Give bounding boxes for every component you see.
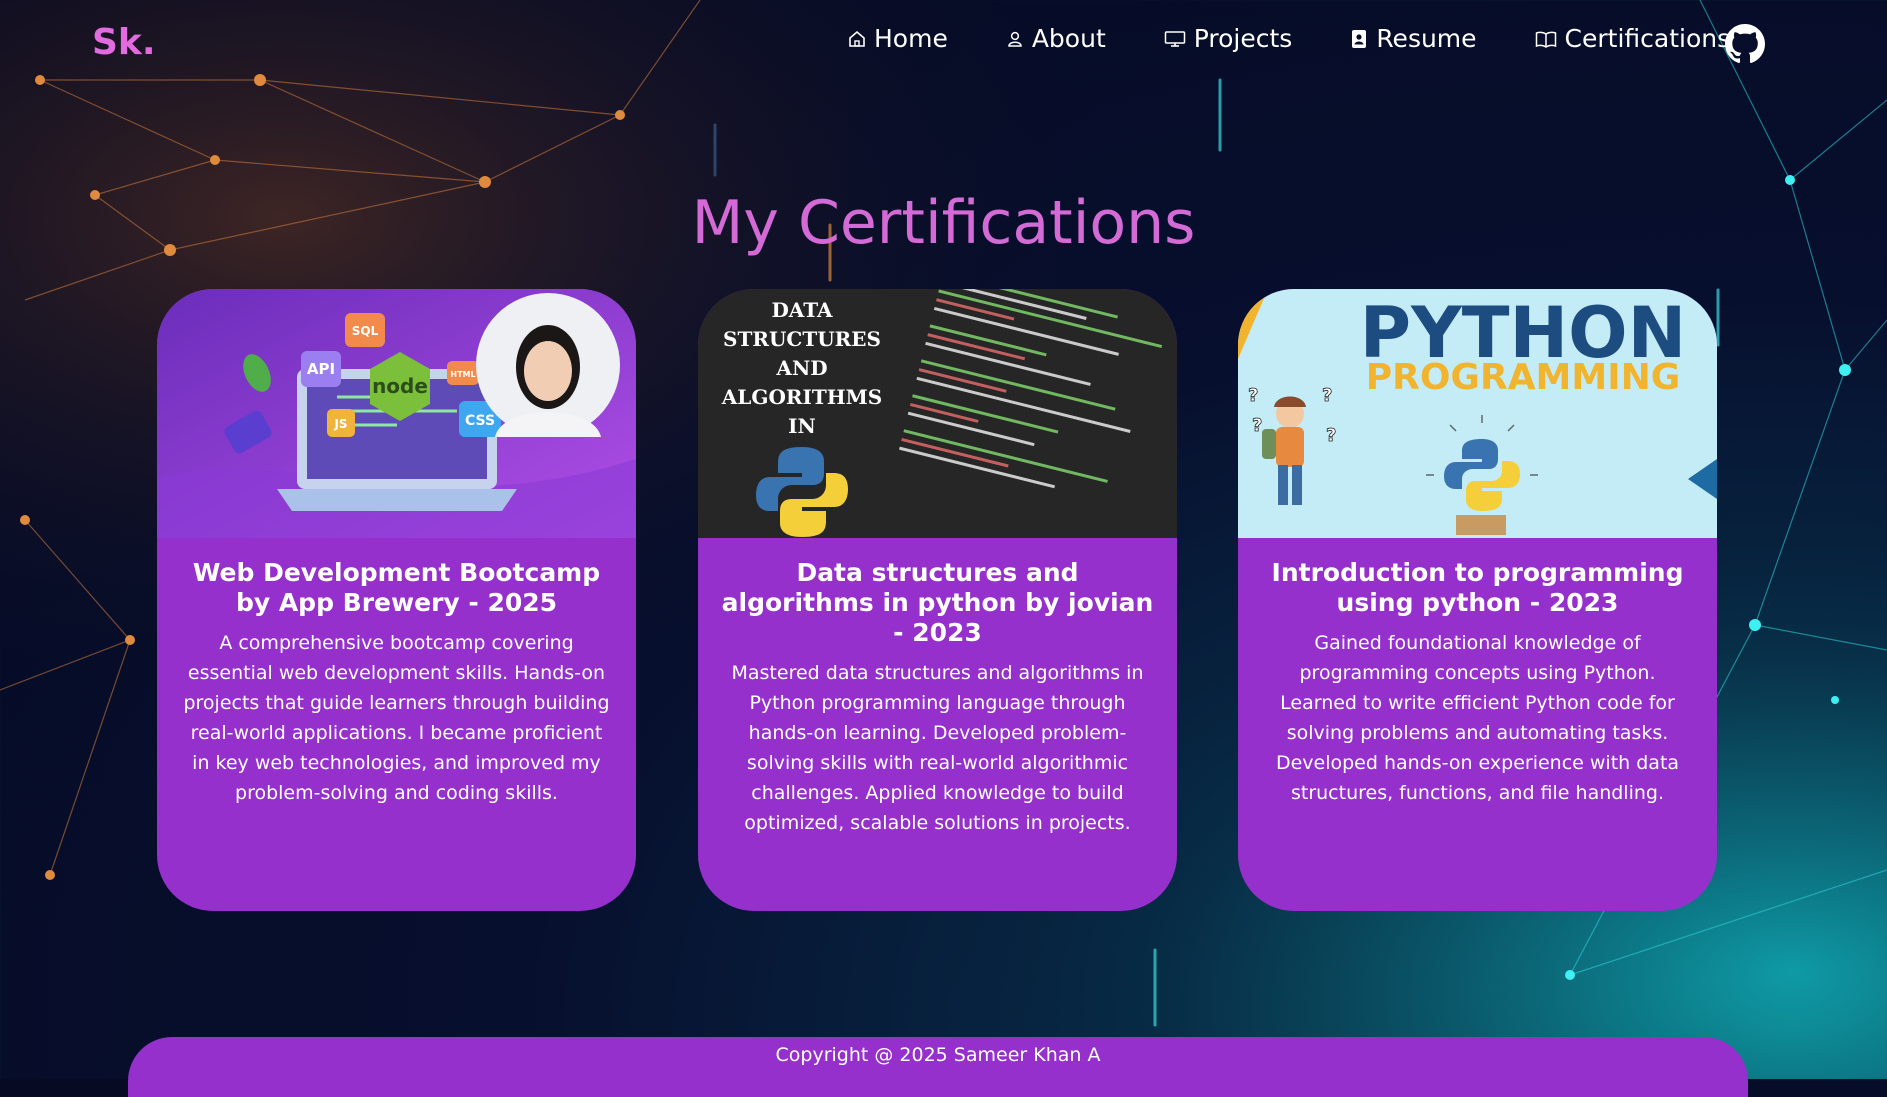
footer-copyright: Copyright @ 2025 Sameer Khan A bbox=[775, 1044, 1101, 1066]
thumb-line-4: ALGORITHMS bbox=[721, 385, 882, 409]
certification-card-python-intro[interactable]: PYTHON PROGRAMMING ???? Introduction to … bbox=[1238, 289, 1717, 911]
badge-sql: SQL bbox=[352, 324, 379, 338]
card-thumbnail-web-dev: node SQL API HTML JS CSS bbox=[157, 289, 636, 538]
page-title: My Certifications bbox=[691, 188, 1196, 259]
nav-about[interactable]: About bbox=[1006, 24, 1106, 53]
badge-css: CSS bbox=[465, 413, 495, 429]
badge-js: JS bbox=[333, 417, 347, 431]
badge-icon bbox=[1352, 29, 1367, 48]
thumb-line-1: DATA bbox=[771, 298, 833, 322]
nav-home-label: Home bbox=[874, 24, 948, 53]
nav-projects[interactable]: Projects bbox=[1164, 24, 1293, 53]
main-nav: Home About Projects Resume Certification… bbox=[848, 24, 1788, 53]
nav-about-label: About bbox=[1031, 24, 1106, 53]
nav-resume[interactable]: Resume bbox=[1350, 24, 1477, 53]
card-description: Gained foundational knowledge of program… bbox=[1275, 632, 1680, 804]
card-title: Data structures and algorithms in python… bbox=[721, 558, 1154, 647]
nav-home[interactable]: Home bbox=[848, 24, 948, 53]
brand-logo[interactable]: Sk. bbox=[92, 22, 156, 63]
certification-card-dsa[interactable]: DATA STRUCTURES AND ALGORITHMS IN Data s… bbox=[698, 289, 1177, 911]
node-logo-text: node bbox=[372, 374, 428, 398]
svg-text:?: ? bbox=[1248, 385, 1258, 406]
badge-api: API bbox=[307, 360, 335, 378]
svg-text:?: ? bbox=[1322, 385, 1332, 406]
user-icon bbox=[1008, 31, 1022, 47]
book-icon bbox=[1535, 31, 1556, 48]
card-description: Mastered data structures and algorithms … bbox=[731, 662, 1144, 834]
home-icon bbox=[849, 30, 865, 47]
card-description: A comprehensive bootcamp covering essent… bbox=[183, 632, 610, 804]
monitor-icon bbox=[1164, 30, 1185, 47]
card-thumbnail-dsa: DATA STRUCTURES AND ALGORITHMS IN bbox=[698, 289, 1177, 538]
card-thumbnail-python-intro: PYTHON PROGRAMMING ???? bbox=[1238, 289, 1717, 538]
thumb-subheading: PROGRAMMING bbox=[1366, 357, 1681, 398]
card-title: Introduction to programming using python… bbox=[1271, 558, 1684, 617]
nav-certifications-label: Certifications bbox=[1564, 24, 1731, 53]
nav-certifications[interactable]: Certifications bbox=[1535, 24, 1731, 53]
thumb-line-3: AND bbox=[775, 356, 827, 380]
card-title: Web Development Bootcamp by App Brewery … bbox=[192, 558, 601, 617]
github-icon[interactable] bbox=[1725, 24, 1765, 64]
badge-html: HTML bbox=[450, 370, 475, 379]
svg-text:?: ? bbox=[1326, 425, 1336, 446]
nav-resume-label: Resume bbox=[1376, 24, 1477, 53]
thumb-line-5: IN bbox=[788, 414, 816, 438]
svg-text:?: ? bbox=[1252, 415, 1262, 436]
footer: Copyright @ 2025 Sameer Khan A bbox=[128, 1037, 1748, 1097]
thumb-line-2: STRUCTURES bbox=[723, 327, 881, 351]
nav-projects-label: Projects bbox=[1193, 24, 1293, 53]
certification-card-web-dev[interactable]: node SQL API HTML JS CSS Web Development… bbox=[157, 289, 636, 911]
